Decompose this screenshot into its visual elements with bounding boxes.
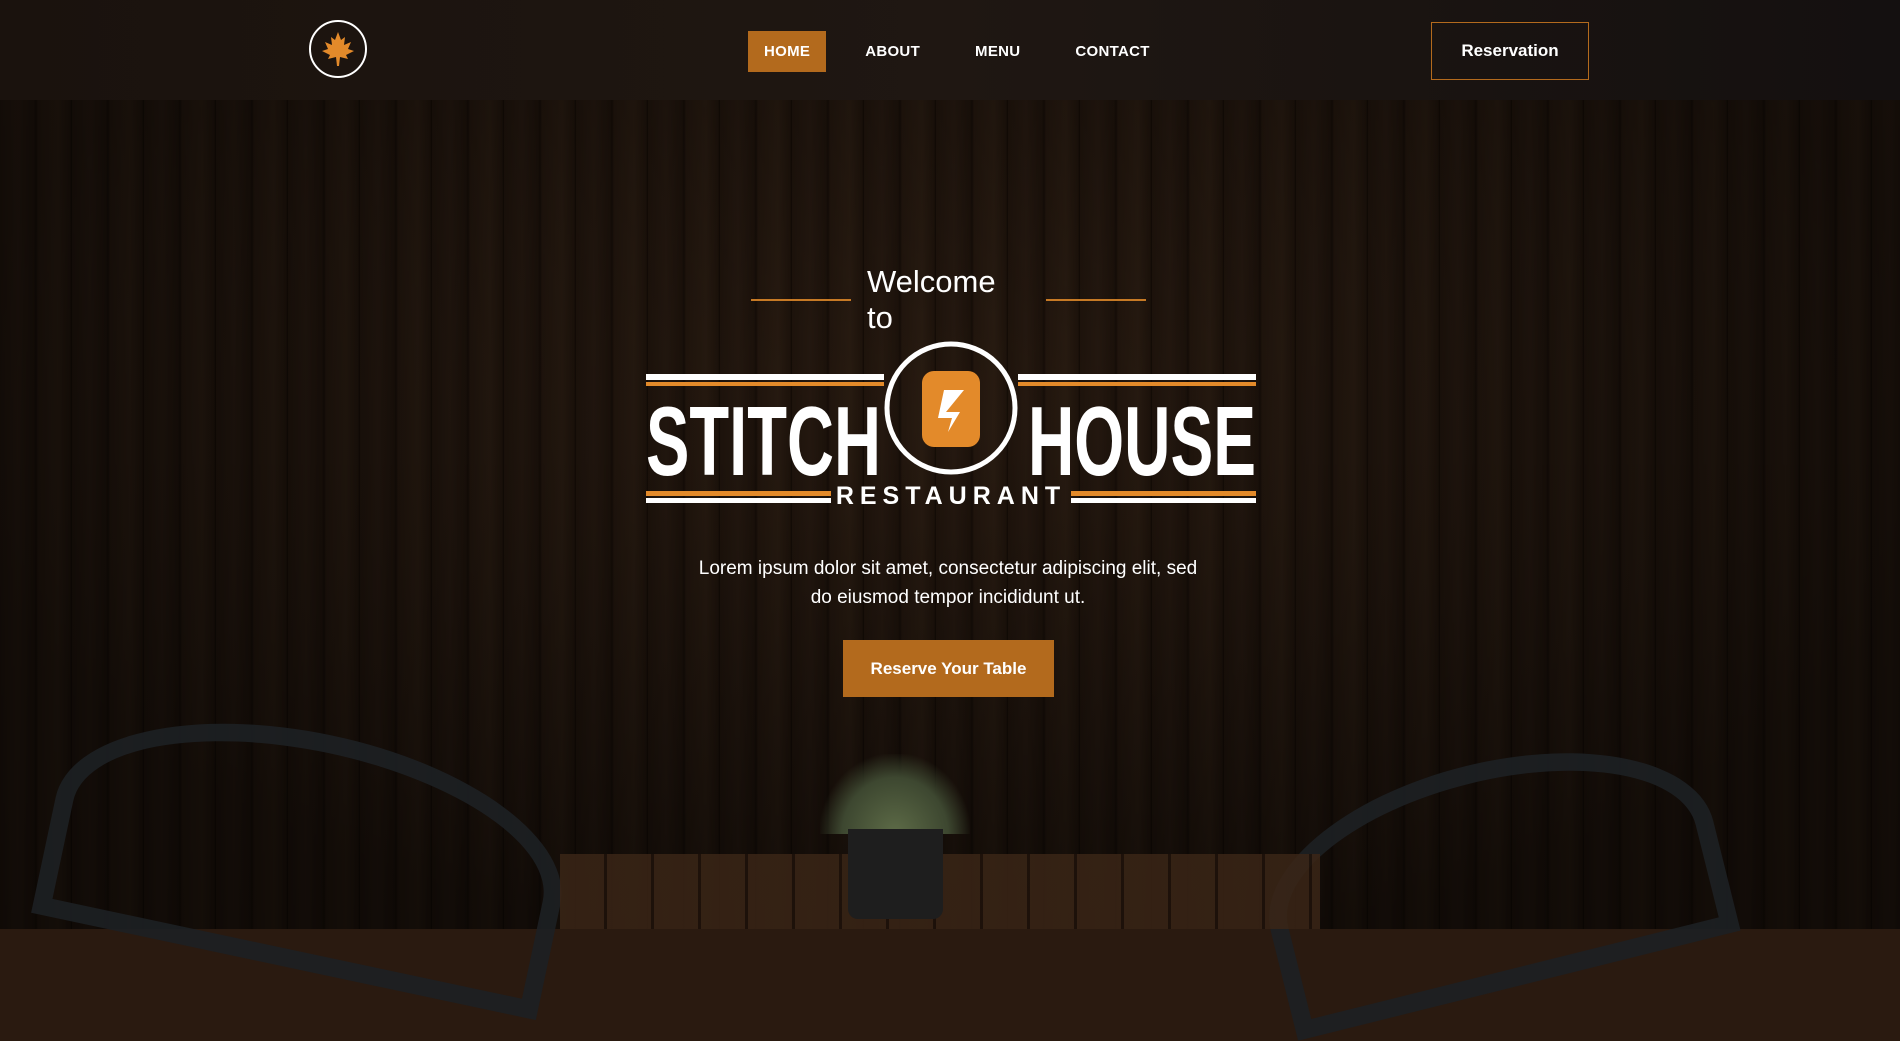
hero-tagline: Lorem ipsum dolor sit amet, consectetur …: [698, 558, 1198, 608]
nav-contact[interactable]: CONTACT: [1059, 31, 1165, 72]
welcome-text: Welcome to: [866, 264, 996, 335]
site-logo[interactable]: [309, 20, 367, 78]
brand-left-text: STITCH: [646, 386, 881, 496]
brand-logo: STITCH HOUSE RESTAURANT: [646, 341, 1256, 505]
reserve-table-button[interactable]: Reserve Your Table: [843, 640, 1054, 697]
main-nav: HOME ABOUT MENU CONTACT: [748, 31, 1189, 72]
brand-sub-text: RESTAURANT: [836, 482, 1066, 505]
nav-about[interactable]: ABOUT: [849, 31, 936, 72]
nav-menu[interactable]: MENU: [959, 31, 1036, 72]
brand-right-text: HOUSE: [1028, 386, 1256, 496]
plant-leaves-image: [820, 754, 970, 834]
reservation-button[interactable]: Reservation: [1431, 22, 1589, 80]
maple-leaf-icon: [322, 32, 354, 66]
plant-pot-image: [848, 829, 943, 919]
nav-home[interactable]: HOME: [748, 31, 827, 72]
site-header: HOME ABOUT MENU CONTACT Reservation: [0, 0, 1900, 100]
welcome-line-left: [751, 299, 851, 301]
welcome-line-right: [1046, 299, 1146, 301]
welcome-heading: Welcome to: [751, 264, 1146, 335]
